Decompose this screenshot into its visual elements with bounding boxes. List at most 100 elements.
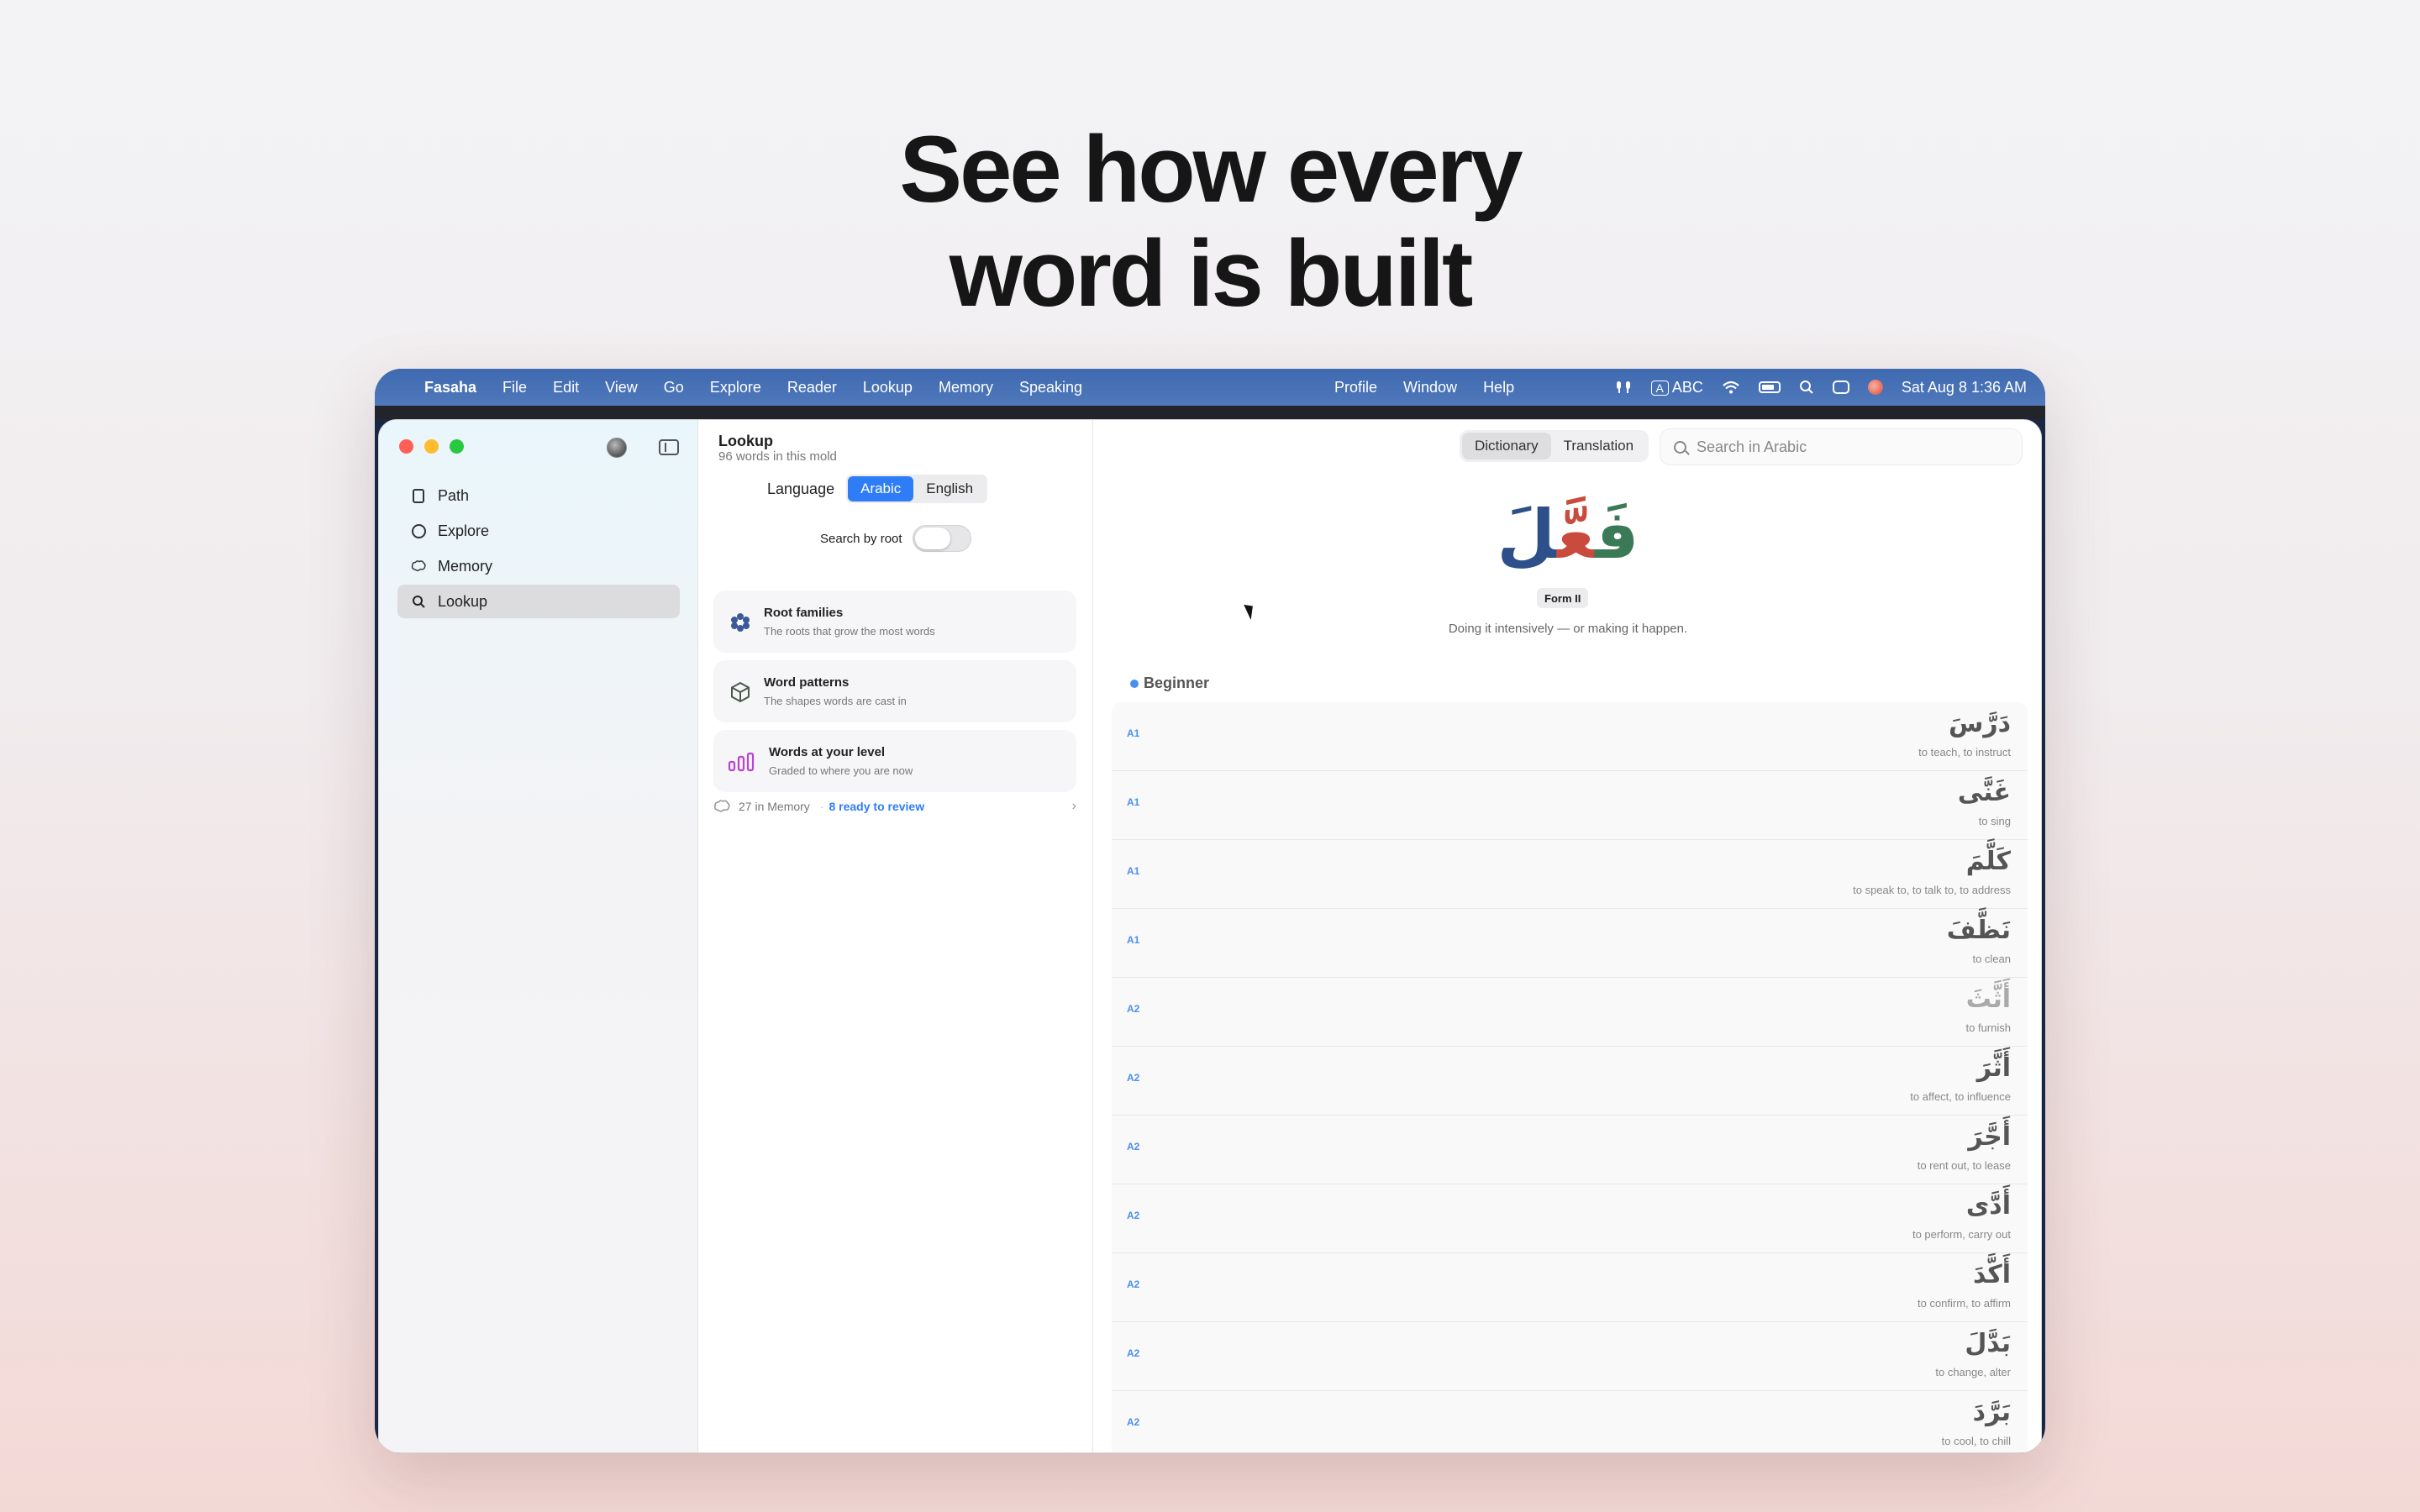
word-row[interactable]: A2 أَدَّى to perform, carry out [1112,1184,2028,1253]
word-row[interactable]: A2 أَكَّدَ to confirm, to affirm [1112,1253,2028,1322]
input-source-icon: A [1650,380,1669,396]
profile-avatar[interactable] [607,438,627,458]
flower-icon [729,611,752,634]
level-badge: A2 [1127,1072,1140,1084]
chevron-right-icon: › [1071,799,1076,813]
word-row[interactable]: A1 نَظَّفَ to clean [1112,909,2028,978]
menu-view[interactable]: View [605,379,638,396]
arabic-word: كَلَّمَ [1965,847,2011,876]
language-english-button[interactable]: English [913,476,986,501]
tab-dictionary[interactable]: Dictionary [1462,433,1551,459]
menu-bar: Fasaha File Edit View Go Explore Reader … [375,369,2045,406]
sidebar-item-label: Memory [438,557,493,575]
sidebar-item-explore[interactable]: Explore [397,514,680,548]
page-subtitle: 96 words in this mold [718,449,837,464]
level-badge: A2 [1127,1416,1140,1428]
words-at-level-card[interactable]: Words at your level Graded to where you … [713,730,1076,792]
word-row[interactable]: A2 بَرَّدَ to cool, to chill [1112,1391,2028,1452]
control-center-icon[interactable] [1832,381,1849,394]
english-gloss: to change, alter [1935,1366,2011,1378]
root-letter-f: فَ [1595,496,1639,574]
app-window: Path Explore Memory Lookup Lookup 96 wor… [378,419,2042,1453]
english-gloss: to affect, to influence [1910,1090,2011,1103]
arabic-word: دَرَّسَ [1948,709,2011,738]
memory-summary-row[interactable]: 27 in Memory · 8 ready to review › [713,799,1076,813]
airpods-icon[interactable] [1614,380,1633,395]
english-gloss: to rent out, to lease [1917,1159,2011,1172]
sidebar-item-path[interactable]: Path [397,479,680,512]
user-avatar-icon[interactable] [1867,380,1883,395]
menu-profile[interactable]: Profile [1334,379,1377,396]
search-by-root-row: Search by root [820,525,971,552]
language-row: Language Arabic English [767,475,988,503]
app-menu[interactable]: Fasaha [424,379,476,396]
search-icon [1674,440,1686,454]
root-families-card[interactable]: Root families The roots that grow the mo… [713,591,1076,653]
brain-icon [713,800,730,812]
root-letter-lam: لَ [1497,496,1557,574]
word-row[interactable]: A1 غَنَّى to sing [1112,771,2028,840]
english-gloss: to confirm, to affirm [1917,1297,2011,1310]
input-source-menu[interactable]: A ABC [1650,379,1703,396]
level-badge: A1 [1127,865,1140,877]
arabic-word: أَجَّرَ [1968,1122,2011,1152]
menu-edit[interactable]: Edit [553,379,579,396]
spotlight-icon[interactable] [1799,380,1814,395]
menu-reader[interactable]: Reader [787,379,837,396]
bar-chart-icon [727,750,755,774]
arabic-word: بَدَّلَ [1965,1329,2011,1358]
english-gloss: to furnish [1965,1021,2011,1034]
arabic-word: أَثَّثَ [1965,984,2011,1014]
menu-lookup[interactable]: Lookup [863,379,913,396]
search-by-root-toggle[interactable] [912,525,971,552]
sidebar-item-label: Lookup [438,592,488,610]
ready-to-review-link[interactable]: 8 ready to review [829,800,924,813]
word-row[interactable]: A1 كَلَّمَ to speak to, to talk to, to add… [1112,840,2028,909]
word-row[interactable]: A2 أَثَّرَ to affect, to influence [1112,1047,2028,1116]
root-letter-ain: عَّ [1556,496,1596,574]
word-row[interactable]: A2 بَدَّلَ to change, alter [1112,1322,2028,1391]
sidebar: Path Explore Memory Lookup [379,420,698,1452]
level-heading: Beginner [1130,675,1209,692]
english-gloss: to teach, to instruct [1918,746,2011,759]
menu-file[interactable]: File [502,379,527,396]
wifi-icon[interactable] [1722,380,1740,395]
sidebar-item-lookup[interactable]: Lookup [397,585,680,618]
level-badge: A1 [1127,727,1140,739]
word-patterns-card[interactable]: Word patterns The shapes words are cast … [713,660,1076,722]
close-window-button[interactable] [399,439,413,454]
word-row[interactable]: A2 أَثَّثَ to furnish [1112,978,2028,1047]
battery-icon[interactable] [1758,381,1781,393]
menu-go[interactable]: Go [664,379,684,396]
search-field[interactable] [1660,429,2022,465]
form-description: Doing it intensively — or making it happ… [1448,622,1688,636]
cube-icon [729,680,752,704]
card-title: Words at your level [769,745,886,759]
headline: See how every word is built [0,118,2420,326]
tab-translation[interactable]: Translation [1551,433,1646,459]
sidebar-item-memory[interactable]: Memory [397,549,680,583]
word-row[interactable]: A1 دَرَّسَ to teach, to instruct [1112,702,2028,771]
search-input[interactable] [1697,438,1999,456]
sidebar-toggle-icon[interactable] [659,439,679,455]
word-list: A1 دَرَّسَ to teach, to instruct A1 غَنَّى t… [1112,702,2028,1452]
word-row[interactable]: A2 أَجَّرَ to rent out, to lease [1112,1116,2028,1184]
minimize-window-button[interactable] [424,439,439,454]
zoom-window-button[interactable] [450,439,464,454]
menu-clock[interactable]: Sat Aug 8 1:36 AM [1902,379,2027,396]
menu-explore[interactable]: Explore [710,379,761,396]
menu-speaking[interactable]: Speaking [1019,379,1082,396]
menu-window[interactable]: Window [1403,379,1457,396]
level-badge: A1 [1127,934,1140,946]
search-icon [411,594,426,609]
menu-memory[interactable]: Memory [939,379,993,396]
compass-icon [411,523,426,538]
sidebar-item-label: Path [438,486,470,504]
search-by-root-label: Search by root [820,531,902,546]
form-badge: Form II [1537,588,1589,608]
page-title: Lookup [718,433,773,449]
menu-help[interactable]: Help [1483,379,1514,396]
language-arabic-button[interactable]: Arabic [848,476,914,501]
level-badge: A2 [1127,1003,1140,1015]
english-gloss: to cool, to chill [1941,1435,2011,1447]
